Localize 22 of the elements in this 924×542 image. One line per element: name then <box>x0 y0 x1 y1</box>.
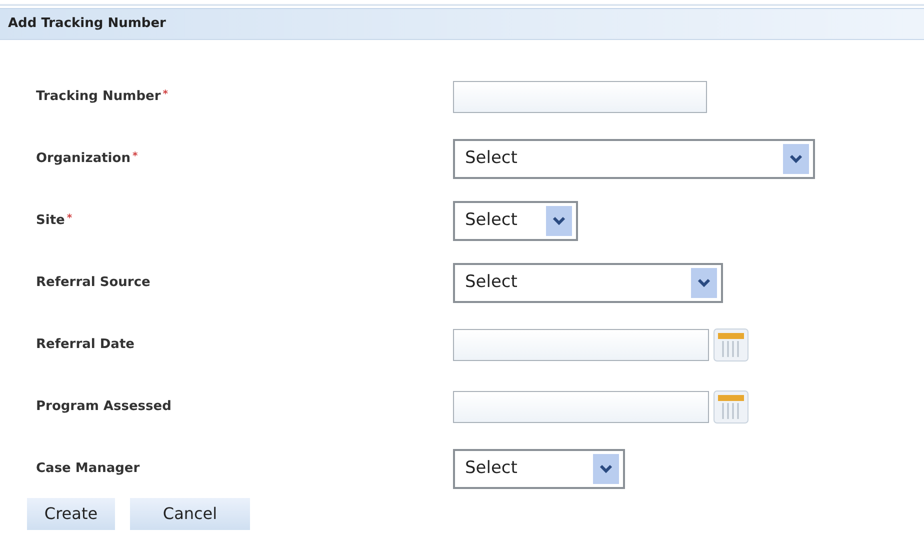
date-field[interactable] <box>453 329 709 361</box>
required-mark: * <box>162 89 168 100</box>
field-label: Referral Date <box>36 337 134 352</box>
field-label: Case Manager <box>36 461 140 476</box>
field-label: Organization <box>36 151 130 166</box>
select-dropdown[interactable]: Select <box>453 201 578 241</box>
select-dropdown[interactable]: Select <box>453 263 723 303</box>
field-label: Referral Source <box>36 275 150 290</box>
calendar-icon[interactable] <box>713 328 749 362</box>
text-field[interactable] <box>453 81 707 113</box>
date-field[interactable] <box>453 391 709 423</box>
panel-title: Add Tracking Number <box>8 15 166 34</box>
select-dropdown[interactable]: Select <box>453 449 625 489</box>
field-label: Program Assessed <box>36 399 172 414</box>
cancel-button[interactable]: Cancel <box>130 498 250 530</box>
required-mark: * <box>132 151 138 162</box>
create-button[interactable]: Create <box>27 498 115 530</box>
select-dropdown[interactable]: Select <box>453 139 815 179</box>
field-label: Tracking Number <box>36 89 161 104</box>
calendar-icon[interactable] <box>713 390 749 424</box>
field-label: Site <box>36 213 65 228</box>
required-mark: * <box>66 213 72 224</box>
